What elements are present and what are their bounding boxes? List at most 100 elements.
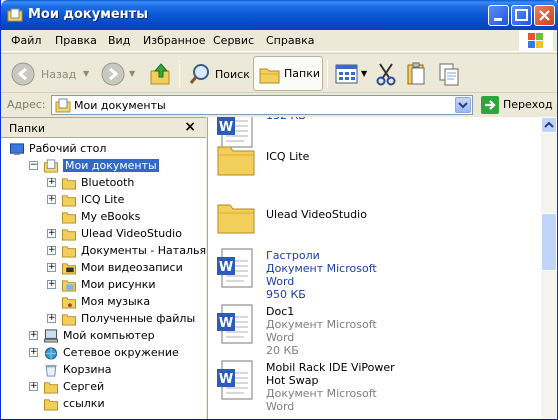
expand-icon[interactable]: + bbox=[47, 314, 56, 323]
folder-icon bbox=[44, 399, 58, 411]
folder-tree-item[interactable]: My eBooks bbox=[1, 209, 206, 226]
folder-tree-item[interactable]: + Документы - Наталья bbox=[1, 243, 206, 260]
folder-tree-item[interactable]: + Сергей bbox=[1, 379, 206, 396]
folder-tree-label: Bluetooth bbox=[81, 176, 135, 189]
folder-tree-label: My eBooks bbox=[81, 210, 141, 223]
scissors-icon bbox=[376, 63, 396, 86]
recycle-bin-icon bbox=[45, 364, 57, 377]
close-icon bbox=[539, 10, 550, 21]
paste-button[interactable] bbox=[435, 57, 463, 91]
folders-icon bbox=[259, 68, 280, 84]
file-item[interactable]: W Mobil Rack IDE ViPower Hot Swap Документ… bbox=[216, 359, 536, 417]
menu-file[interactable]: Файл bbox=[11, 34, 41, 47]
folder-tree-item[interactable]: Моя музыка bbox=[1, 294, 206, 311]
back-button[interactable]: Назад ▼ bbox=[9, 57, 89, 91]
scroll-thumb[interactable] bbox=[541, 213, 557, 271]
folder-tree-item[interactable]: + Мои рисунки bbox=[1, 277, 206, 294]
file-name: ICQ Lite bbox=[266, 150, 310, 163]
folder-tree-item[interactable]: Корзина bbox=[1, 362, 206, 379]
copy-button[interactable] bbox=[403, 57, 431, 91]
folder-tree: Рабочий стол − Мои документы + Bluetooth + ICQ… bbox=[1, 139, 206, 420]
menu-edit[interactable]: Правка bbox=[55, 34, 97, 47]
expand-icon[interactable]: + bbox=[29, 382, 38, 391]
minimize-button[interactable] bbox=[488, 5, 509, 26]
vertical-scrollbar[interactable] bbox=[541, 117, 557, 419]
back-dropdown-icon[interactable]: ▼ bbox=[83, 69, 89, 78]
file-item[interactable]: W Doc1 Документ Microsoft Word 20 КБ bbox=[216, 303, 536, 357]
folder-tree-label: Полученные файлы bbox=[81, 312, 196, 325]
file-item[interactable]: W Гастроли Документ Microsoft Word 950 КБ bbox=[216, 247, 536, 301]
folder-tree-item[interactable]: + ICQ Lite bbox=[1, 192, 206, 209]
pictures-folder-icon bbox=[62, 280, 76, 292]
menu-tools[interactable]: Сервис bbox=[213, 34, 254, 47]
menu-view[interactable]: Вид bbox=[108, 34, 130, 47]
expand-icon[interactable]: + bbox=[47, 246, 56, 255]
folder-up-icon bbox=[150, 63, 170, 85]
file-type: Документ Microsoft Word bbox=[266, 318, 377, 344]
folder-tree-item[interactable]: − Мои документы bbox=[1, 158, 206, 175]
search-icon bbox=[189, 64, 209, 84]
expand-icon[interactable]: + bbox=[47, 178, 56, 187]
folder-tree-item[interactable]: + Полученные файлы bbox=[1, 311, 206, 328]
expand-icon[interactable]: + bbox=[29, 348, 38, 357]
folder-tree-item[interactable]: + Ulead VideoStudio bbox=[1, 226, 206, 243]
search-button[interactable]: Поиск bbox=[186, 57, 250, 91]
folder-tree-label: Ulead VideoStudio bbox=[81, 227, 182, 240]
folder-tree-item[interactable]: Рабочий стол bbox=[1, 141, 206, 158]
file-item[interactable]: W 132 КБ bbox=[216, 117, 536, 148]
expand-icon[interactable]: + bbox=[47, 263, 56, 272]
folder-tree-item[interactable]: ссылки bbox=[1, 396, 206, 413]
folder-tree-label: Мои рисунки bbox=[81, 278, 156, 291]
maximize-button[interactable] bbox=[511, 5, 532, 26]
collapse-icon[interactable]: − bbox=[29, 161, 38, 170]
file-name: Doc1 bbox=[266, 305, 295, 318]
views-icon bbox=[335, 64, 358, 84]
address-label: Адрес: bbox=[7, 98, 46, 111]
address-input[interactable]: Мои документы bbox=[51, 95, 473, 115]
expand-icon[interactable]: + bbox=[47, 280, 56, 289]
desktop-icon bbox=[10, 143, 24, 156]
close-pane-icon[interactable]: × bbox=[184, 119, 196, 135]
folders-pane-title: Папки bbox=[9, 122, 45, 135]
svg-text:W: W bbox=[219, 120, 233, 135]
folders-pane: Папки × Рабочий стол − Мои документы + Bluet… bbox=[1, 117, 206, 419]
windows-flag-icon bbox=[528, 33, 543, 48]
svg-text:W: W bbox=[219, 260, 233, 275]
toolbar-separator bbox=[327, 60, 328, 88]
folder-item[interactable]: Ulead VideoStudio bbox=[216, 195, 536, 245]
views-dropdown-icon[interactable]: ▼ bbox=[361, 69, 367, 78]
folder-icon bbox=[217, 204, 255, 234]
menu-help[interactable]: Справка bbox=[266, 34, 314, 47]
address-value: Мои документы bbox=[74, 99, 166, 112]
expand-icon[interactable]: + bbox=[47, 229, 56, 238]
expand-icon[interactable]: + bbox=[29, 331, 38, 340]
forward-arrow-icon bbox=[101, 62, 125, 86]
folder-tree-item[interactable]: + Мои видеозаписи bbox=[1, 260, 206, 277]
folder-tree-item[interactable]: + Bluetooth bbox=[1, 175, 206, 192]
my-computer-icon bbox=[44, 329, 58, 343]
close-button[interactable] bbox=[534, 5, 555, 26]
back-arrow-icon bbox=[11, 62, 35, 86]
folder-item[interactable]: ICQ Lite bbox=[216, 137, 536, 187]
folder-tree-item[interactable]: + Мой компьютер bbox=[1, 328, 206, 345]
forward-button[interactable]: ▼ bbox=[99, 57, 135, 91]
file-size: 950 КБ bbox=[266, 288, 306, 301]
folder-tree-item[interactable]: + Сетевое окружение bbox=[1, 345, 206, 362]
folder-icon bbox=[62, 195, 76, 207]
go-arrow-icon bbox=[481, 96, 499, 114]
go-button[interactable]: Переход bbox=[479, 96, 557, 114]
window-title: Мои документы bbox=[28, 7, 148, 22]
views-button[interactable]: ▼ bbox=[333, 57, 369, 91]
menu-favorites[interactable]: Избранное bbox=[143, 34, 205, 47]
expand-icon[interactable]: + bbox=[47, 195, 56, 204]
folders-button[interactable]: Папки bbox=[253, 56, 323, 91]
scroll-up-button[interactable] bbox=[541, 117, 557, 133]
cut-button[interactable] bbox=[373, 57, 399, 91]
address-dropdown-button[interactable] bbox=[455, 97, 471, 113]
title-bar[interactable]: Мои документы bbox=[1, 0, 558, 30]
file-type: Документ Microsoft Word bbox=[266, 262, 377, 288]
forward-dropdown-icon[interactable]: ▼ bbox=[129, 69, 135, 78]
up-button[interactable] bbox=[147, 57, 175, 91]
explorer-window: Мои документы Файл Правка Вид Избранное … bbox=[0, 0, 558, 419]
menu-bar: Файл Правка Вид Избранное Сервис Справка bbox=[1, 30, 557, 52]
